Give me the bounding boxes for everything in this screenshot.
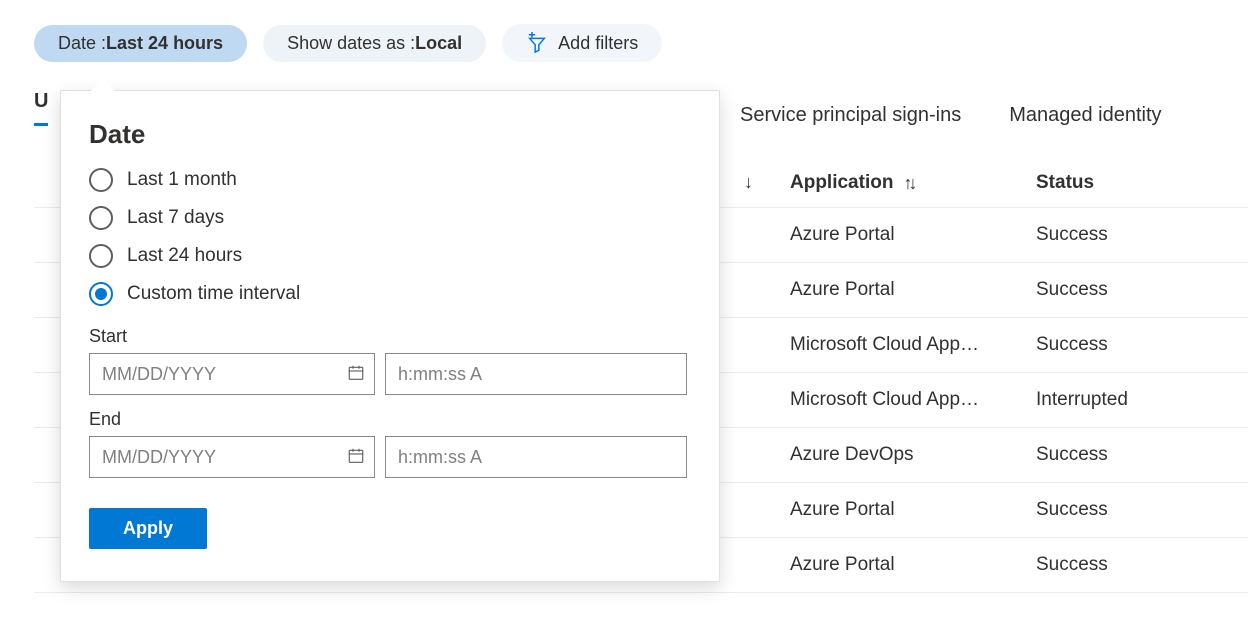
start-row bbox=[89, 353, 687, 395]
show-dates-value: Local bbox=[415, 33, 462, 54]
filter-bar: Date : Last 24 hours Show dates as : Loc… bbox=[0, 0, 1248, 62]
radio-last-24-hours[interactable]: Last 24 hours bbox=[89, 244, 687, 268]
column-header-label: Application bbox=[790, 172, 893, 194]
show-dates-prefix: Show dates as : bbox=[287, 33, 415, 54]
cell-application: Azure DevOps bbox=[790, 444, 914, 466]
date-filter-value: Last 24 hours bbox=[106, 33, 223, 54]
radio-icon bbox=[89, 282, 113, 306]
column-header-label: Status bbox=[1036, 172, 1094, 193]
radio-label: Custom time interval bbox=[127, 283, 300, 305]
sort-down-icon[interactable]: ↓ bbox=[744, 172, 753, 193]
end-row bbox=[89, 436, 687, 478]
date-dropdown: Date Last 1 month Last 7 days Last 24 ho… bbox=[60, 90, 720, 582]
cell-application: Azure Portal bbox=[790, 279, 895, 301]
radio-icon bbox=[89, 206, 113, 230]
cell-status: Success bbox=[1036, 334, 1108, 356]
start-date-input[interactable] bbox=[89, 353, 375, 395]
cell-status: Interrupted bbox=[1036, 389, 1128, 411]
tabs-right: Service principal sign-ins Managed ident… bbox=[740, 100, 1162, 137]
cell-application: Microsoft Cloud App… bbox=[790, 389, 979, 411]
date-filter-pill[interactable]: Date : Last 24 hours bbox=[34, 25, 247, 62]
start-time-input[interactable] bbox=[385, 353, 687, 395]
radio-icon bbox=[89, 244, 113, 268]
cell-status: Success bbox=[1036, 499, 1108, 521]
show-dates-filter-pill[interactable]: Show dates as : Local bbox=[263, 25, 486, 62]
end-time-input[interactable] bbox=[385, 436, 687, 478]
add-filters-button[interactable]: Add filters bbox=[502, 24, 662, 62]
cell-status: Success bbox=[1036, 444, 1108, 466]
radio-label: Last 24 hours bbox=[127, 245, 242, 267]
end-label: End bbox=[89, 409, 687, 430]
radio-label: Last 1 month bbox=[127, 169, 237, 191]
column-header-application[interactable]: Application ↑↓ bbox=[790, 172, 913, 194]
cell-application: Microsoft Cloud App… bbox=[790, 334, 979, 356]
cell-status: Success bbox=[1036, 224, 1108, 246]
end-date-input[interactable] bbox=[89, 436, 375, 478]
date-radio-group: Last 1 month Last 7 days Last 24 hours C… bbox=[89, 168, 687, 306]
radio-label: Last 7 days bbox=[127, 207, 224, 229]
radio-icon bbox=[89, 168, 113, 192]
date-filter-prefix: Date : bbox=[58, 33, 106, 54]
filter-add-icon bbox=[526, 32, 548, 54]
sort-updown-icon: ↑↓ bbox=[903, 173, 913, 194]
tab-user[interactable]: U bbox=[34, 86, 48, 126]
cell-application: Azure Portal bbox=[790, 554, 895, 576]
tab-managed-identity[interactable]: Managed identity bbox=[1009, 100, 1161, 137]
cell-application: Azure Portal bbox=[790, 499, 895, 521]
radio-last-1-month[interactable]: Last 1 month bbox=[89, 168, 687, 192]
apply-button[interactable]: Apply bbox=[89, 508, 207, 549]
add-filters-label: Add filters bbox=[558, 33, 638, 54]
cell-status: Success bbox=[1036, 279, 1108, 301]
radio-last-7-days[interactable]: Last 7 days bbox=[89, 206, 687, 230]
column-header-status[interactable]: Status bbox=[1036, 172, 1094, 194]
radio-custom-time-interval[interactable]: Custom time interval bbox=[89, 282, 687, 306]
start-label: Start bbox=[89, 326, 687, 347]
cell-status: Success bbox=[1036, 554, 1108, 576]
dropdown-title: Date bbox=[89, 119, 687, 150]
cell-application: Azure Portal bbox=[790, 224, 895, 246]
tab-service-principal[interactable]: Service principal sign-ins bbox=[740, 100, 961, 137]
